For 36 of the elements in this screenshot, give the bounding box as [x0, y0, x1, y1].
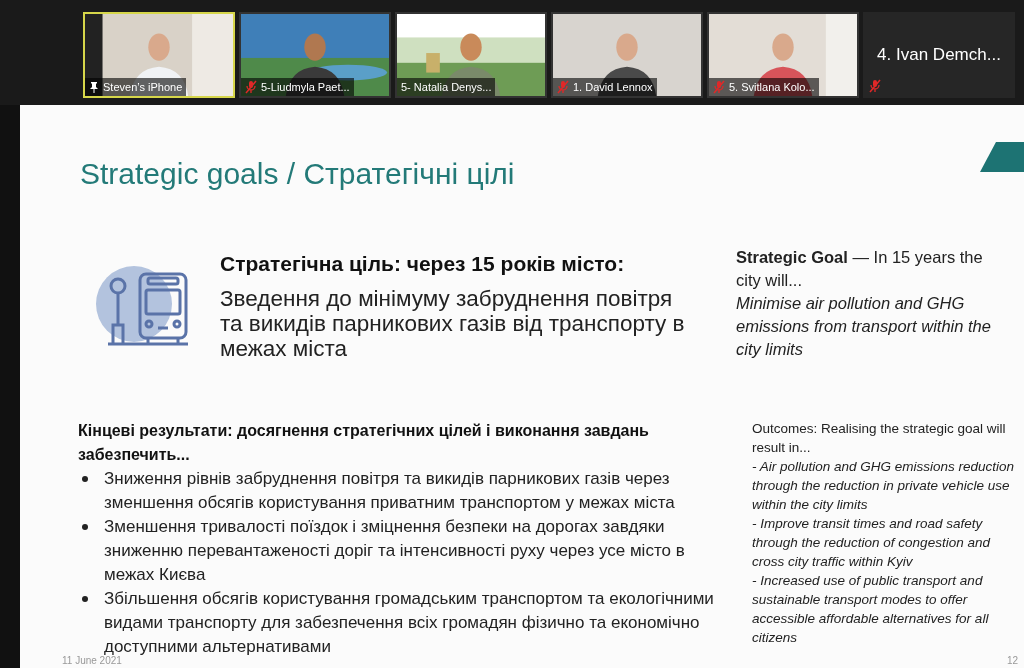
- corner-accent-shape: [980, 142, 1024, 172]
- english-goal-text: Minimise air pollution and GHG emissions from transport within the city limits: [736, 293, 992, 360]
- participant-name: Steven’s iPhone: [103, 79, 183, 95]
- slide-title: Strategic goals / Стратегічні цілі: [80, 156, 515, 192]
- muted-mic-icon: [713, 79, 725, 94]
- outcome-item: Зниження рівнів забруднення повітря та викидів парникових газів через зменшення обсягів користування приватним транспортом у межах міста: [104, 468, 676, 514]
- english-outcome-item: - Increased use of public transport and sustainable transport modes to offer accessible affordable alternatives for all citizens: [752, 572, 990, 647]
- outcome-item: Збільшення обсягів користування громадським транспортом та екологічними видами транспорту для забезпечення всіх громадян фізично та економічно доступними альтернативами: [104, 588, 715, 657]
- english-goal-intro: Strategic Goal — In 15 years the city will...: [736, 247, 984, 291]
- bullet-icon: [82, 476, 88, 482]
- video-tile[interactable]: 5- Natalia Denys...: [395, 12, 547, 98]
- video-tile[interactable]: 5-Liudmyla Paet...: [239, 12, 391, 98]
- participant-name: 5. Svitlana Kolo...: [729, 79, 815, 95]
- muted-mic-icon: [557, 79, 569, 94]
- video-tile[interactable]: 5. Svitlana Kolo...: [707, 12, 859, 98]
- goal-text: Зведення до мінімуму забруднення повітря та викидів парникових газів від транспорту в межах міста: [220, 285, 686, 361]
- english-outcomes-intro: Outcomes: Realising the strategic goal will result in...: [752, 420, 1007, 457]
- bullet-icon: [82, 596, 88, 602]
- pin-icon: [89, 80, 99, 93]
- participant-name: 5- Natalia Denys...: [401, 79, 492, 95]
- slide-number: 12: [1006, 654, 1018, 668]
- muted-mic-icon: [245, 79, 257, 94]
- slide-date: 11 June 2021: [62, 655, 122, 668]
- participant-name: 5-Liudmyla Paet...: [261, 79, 350, 95]
- english-outcome-item: - Improve transit times and road safety through the reduction of congestion and cross city traffic within Kyiv: [752, 515, 992, 571]
- outcome-item: Зменшення тривалості поїздок і зміцнення безпеки на дорогах завдяки зниженню перевантаженості доріг та інтенсивності руху через усе місто в межах Києва: [104, 516, 686, 586]
- english-outcome-item: - Air pollution and GHG emissions reduction through the reduction in private vehicle use within the city limits: [752, 458, 1016, 514]
- goal-heading: Стратегічна ціль: через 15 років місто:: [220, 251, 626, 277]
- video-tile[interactable]: 4. Ivan Demch...: [863, 12, 1015, 98]
- bullet-icon: [82, 524, 88, 530]
- outcomes-heading: Кінцеві результати: досягнення стратегічних цілей і виконання завдань забезпечить...: [78, 421, 650, 465]
- participant-name: 1. David Lennox: [573, 79, 653, 95]
- participant-name: 4. Ivan Demch...: [877, 44, 1001, 67]
- muted-mic-icon: [869, 79, 881, 93]
- video-tile[interactable]: Steven’s iPhone: [83, 12, 235, 98]
- video-tile[interactable]: 1. David Lennox: [551, 12, 703, 98]
